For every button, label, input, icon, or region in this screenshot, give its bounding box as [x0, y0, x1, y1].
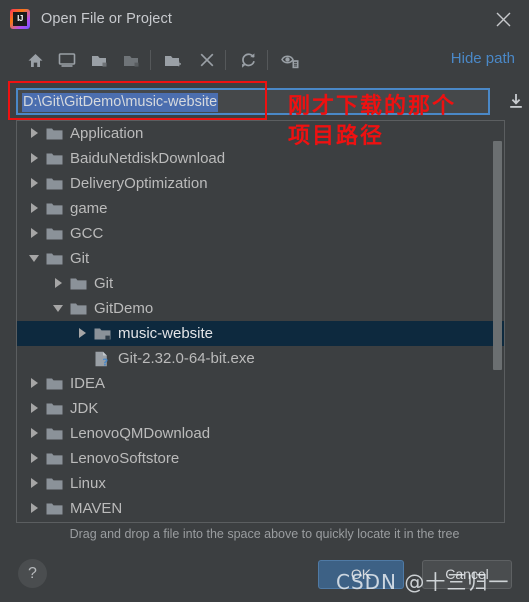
tree-row[interactable]: Linux [17, 471, 504, 496]
open-file-or-project-dialog: IJ Open File or Project Hide path D:\Git… [0, 0, 529, 602]
folder-module-icon [94, 326, 111, 342]
delete-icon[interactable] [194, 48, 220, 72]
chevron-right-icon[interactable] [29, 428, 40, 439]
tree-row-label: Application [70, 124, 144, 142]
tree-row-label: Linux [70, 474, 106, 492]
folder-icon [70, 276, 87, 292]
refresh-icon[interactable] [235, 48, 261, 72]
folder-icon [70, 301, 87, 317]
toolbar-separator [267, 50, 268, 70]
desktop-icon[interactable] [54, 48, 80, 72]
tree-row-label: music-website [118, 324, 214, 342]
annotation-text-line1: 刚才下载的那个 [288, 94, 457, 119]
folder-icon [46, 451, 63, 467]
folder-icon [46, 126, 63, 142]
tree-row[interactable]: MAVEN [17, 496, 504, 521]
chevron-down-icon[interactable] [53, 303, 64, 314]
chevron-right-icon[interactable] [29, 203, 40, 214]
tree-row-label: JDK [70, 399, 99, 417]
home-icon[interactable] [22, 48, 48, 72]
download-arrow-icon[interactable] [506, 92, 526, 112]
help-button[interactable]: ? [18, 559, 47, 588]
no-chevron-spacer [77, 353, 88, 364]
tree-row[interactable] [17, 521, 504, 522]
drag-drop-hint: Drag and drop a file into the space abov… [69, 527, 460, 541]
tree-row[interactable]: IDEA [17, 371, 504, 396]
tree-row[interactable]: music-website [17, 321, 504, 346]
unknown-file-icon: ? [94, 351, 111, 367]
folder-icon [46, 501, 63, 517]
tree-row[interactable]: Application [17, 121, 504, 146]
cancel-button[interactable]: Cancel [422, 560, 512, 589]
tree-row[interactable]: ? Git-2.32.0-64-bit.exe [17, 346, 504, 371]
folder-icon [46, 226, 63, 242]
svg-text:?: ? [102, 357, 108, 367]
annotation-text-line2: 项目路径 [288, 124, 385, 149]
tree-scrollbar-thumb[interactable] [493, 141, 502, 370]
tree-row[interactable]: GCC [17, 221, 504, 246]
ok-button[interactable]: OK [318, 560, 404, 589]
file-tree[interactable]: Application BaiduNetdiskDownload DeliveryO… [16, 120, 505, 523]
chevron-right-icon[interactable] [29, 178, 40, 189]
tree-row-label: game [70, 199, 108, 217]
tree-row[interactable]: BaiduNetdiskDownload [17, 146, 504, 171]
tree-row-label: DeliveryOptimization [70, 174, 208, 192]
path-input-value: D:\Git\GitDemo\music-website [22, 93, 219, 112]
tree-row[interactable]: Git [17, 246, 504, 271]
folder-icon [46, 426, 63, 442]
chevron-right-icon[interactable] [53, 278, 64, 289]
tree-scrollbar[interactable] [490, 121, 504, 522]
toolbar: Hide path [0, 38, 529, 82]
tree-row[interactable]: GitDemo [17, 296, 504, 321]
tree-row-label: GCC [70, 224, 104, 242]
folder-icon [46, 151, 63, 167]
tree-row[interactable]: Git [17, 271, 504, 296]
folder-icon [46, 176, 63, 192]
tree-row-label: LenovoSoftstore [70, 449, 180, 467]
tree-row-label: LenovoQMDownload [70, 424, 211, 442]
tree-row-label: IDEA [70, 374, 106, 392]
tree-row[interactable]: LenovoSoftstore [17, 446, 504, 471]
chevron-right-icon[interactable] [77, 328, 88, 339]
tree-row[interactable]: JDK [17, 396, 504, 421]
chevron-right-icon[interactable] [29, 228, 40, 239]
chevron-right-icon[interactable] [29, 453, 40, 464]
tree-row-label: Git-2.32.0-64-bit.exe [118, 349, 255, 367]
window-title: Open File or Project [41, 11, 172, 27]
tree-row-label: Git [70, 249, 90, 267]
tree-row-label: GitDemo [94, 299, 154, 317]
chevron-right-icon[interactable] [29, 478, 40, 489]
toolbar-separator [225, 50, 226, 70]
chevron-right-icon[interactable] [29, 153, 40, 164]
chevron-right-icon[interactable] [29, 128, 40, 139]
tree-row-label: BaiduNetdiskDownload [70, 149, 226, 167]
new-folder-icon[interactable] [160, 48, 186, 72]
chevron-right-icon[interactable] [29, 378, 40, 389]
intellij-idea-logo-icon: IJ [10, 9, 30, 29]
chevron-right-icon[interactable] [29, 403, 40, 414]
hide-path-link[interactable]: Hide path [451, 50, 515, 67]
title-bar: IJ Open File or Project [0, 0, 529, 38]
tree-row[interactable]: LenovoQMDownload [17, 421, 504, 446]
show-hidden-icon[interactable] [277, 48, 303, 72]
folder-up-icon[interactable] [87, 48, 113, 72]
chevron-down-icon[interactable] [29, 253, 40, 264]
folder-icon [46, 251, 63, 267]
tree-row-label: MAVEN [70, 499, 123, 517]
close-icon[interactable] [481, 0, 525, 38]
tree-row[interactable]: game [17, 196, 504, 221]
tree-row[interactable]: DeliveryOptimization [17, 171, 504, 196]
folder-icon [46, 401, 63, 417]
folder-icon[interactable] [119, 48, 145, 72]
folder-icon [46, 476, 63, 492]
folder-icon [46, 376, 63, 392]
folder-icon [46, 201, 63, 217]
chevron-right-icon[interactable] [29, 503, 40, 514]
tree-row-label: Git [94, 274, 114, 292]
toolbar-separator [150, 50, 151, 70]
